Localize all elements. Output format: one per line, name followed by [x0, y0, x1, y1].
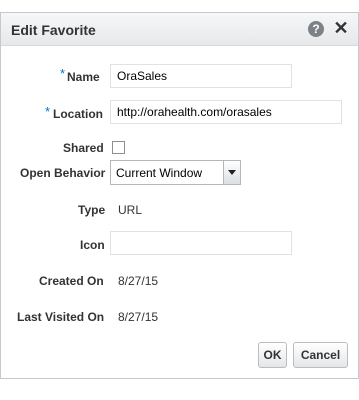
edit-favorite-dialog: Edit Favorite ? ✕ * Name OraSales * Loca…	[0, 12, 359, 379]
name-input[interactable]: OraSales	[110, 64, 292, 88]
name-label: Name	[67, 70, 100, 84]
required-marker-location: *	[45, 104, 51, 119]
shared-checkbox[interactable]	[112, 141, 125, 154]
created-on-value: 8/27/15	[118, 274, 159, 288]
shared-label: Shared	[63, 141, 104, 155]
chevron-down-icon	[228, 170, 236, 175]
required-marker-name: *	[60, 66, 66, 81]
cancel-button[interactable]: Cancel	[293, 342, 348, 368]
created-on-label: Created On	[39, 274, 104, 288]
last-visited-on-label: Last Visited On	[17, 310, 105, 324]
open-behavior-select[interactable]: Current Window	[110, 160, 241, 185]
icon-input[interactable]	[110, 231, 292, 255]
type-label: Type	[78, 203, 106, 217]
open-behavior-value: Current Window	[116, 166, 203, 180]
close-icon[interactable]: ✕	[332, 18, 350, 38]
location-label: Location	[53, 107, 103, 121]
last-visited-on-value: 8/27/15	[118, 310, 159, 324]
open-behavior-label: Open Behavior	[20, 166, 106, 180]
dialog-title-bar: Edit Favorite ? ✕	[1, 13, 358, 46]
ok-button[interactable]: OK	[258, 342, 287, 368]
dialog-title: Edit Favorite	[11, 22, 96, 38]
icon-label: Icon	[80, 238, 105, 252]
dropdown-button[interactable]	[223, 161, 240, 184]
help-icon[interactable]: ?	[308, 21, 324, 37]
location-input[interactable]: http://orahealth.com/orasales	[110, 100, 342, 124]
type-value: URL	[118, 203, 143, 217]
